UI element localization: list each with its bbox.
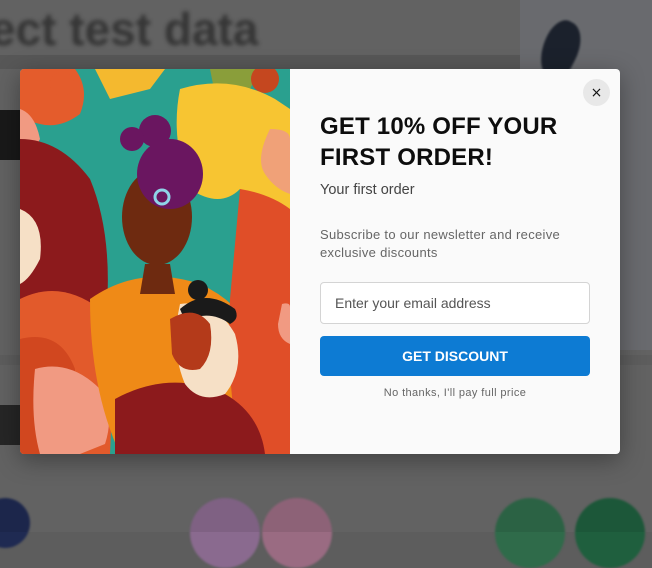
close-icon: × bbox=[590, 84, 603, 101]
modal-content: × GET 10% OFF YOUR FIRST ORDER! Your fir… bbox=[290, 69, 620, 454]
get-discount-button[interactable]: GET DISCOUNT bbox=[320, 336, 590, 376]
modal-subtitle: Your first order bbox=[320, 182, 415, 198]
modal-title: GET 10% OFF YOUR FIRST ORDER! bbox=[320, 113, 558, 171]
email-field[interactable] bbox=[320, 282, 590, 324]
modal-description: Subscribe to our newsletter and receive … bbox=[320, 227, 561, 260]
decline-link[interactable]: No thanks, I'll pay full price bbox=[320, 387, 590, 399]
people-illustration bbox=[20, 69, 290, 454]
newsletter-modal: × GET 10% OFF YOUR FIRST ORDER! Your fir… bbox=[20, 69, 620, 454]
close-button[interactable]: × bbox=[583, 79, 610, 106]
